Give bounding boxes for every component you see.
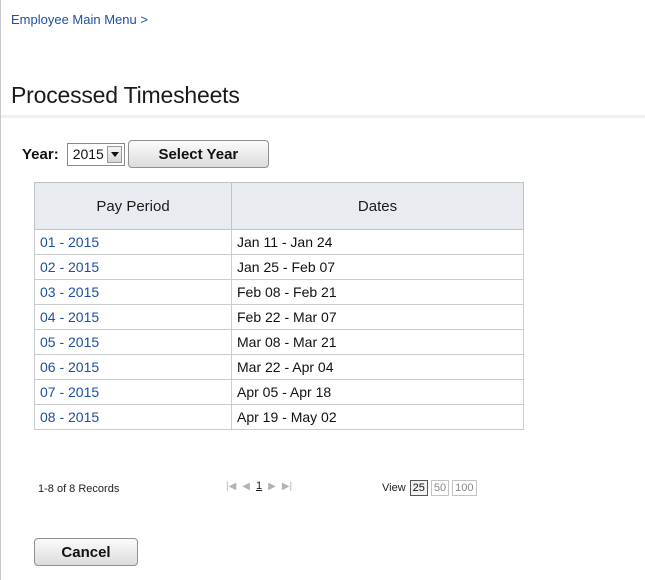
column-header-dates[interactable]: Dates	[231, 182, 524, 230]
table-row: 08 - 2015 Apr 19 - May 02	[34, 404, 524, 430]
dates-cell: Jan 25 - Feb 07	[231, 254, 524, 280]
year-label: Year:	[22, 145, 59, 163]
table-row: 06 - 2015 Mar 22 - Apr 04	[34, 354, 524, 380]
page: Employee Main Menu > Processed Timesheet…	[0, 0, 645, 580]
table-row: 05 - 2015 Mar 08 - Mar 21	[34, 329, 524, 355]
year-filter: Year: 2015 Select Year	[22, 140, 269, 168]
timesheets-table: Pay Period Dates 01 - 2015 Jan 11 - Jan …	[34, 182, 524, 430]
table-row: 03 - 2015 Feb 08 - Feb 21	[34, 279, 524, 305]
view-label: View	[382, 482, 406, 494]
record-count: 1-8 of 8 Records	[38, 483, 120, 495]
dates-cell: Feb 22 - Mar 07	[231, 304, 524, 330]
dates-cell: Jan 11 - Jan 24	[231, 229, 524, 255]
table-row: 01 - 2015 Jan 11 - Jan 24	[34, 229, 524, 255]
page-title: Processed Timesheets	[11, 82, 240, 108]
previous-page-icon[interactable]: ◀	[242, 481, 250, 492]
table-row: 02 - 2015 Jan 25 - Feb 07	[34, 254, 524, 280]
page-size-selector: View 25 50 100	[382, 480, 480, 496]
pay-period-link[interactable]: 03 - 2015	[34, 279, 232, 305]
dates-cell: Apr 19 - May 02	[231, 404, 524, 430]
cancel-button[interactable]: Cancel	[34, 538, 138, 566]
last-page-icon[interactable]: ▶|	[282, 481, 292, 492]
pay-period-link[interactable]: 07 - 2015	[34, 379, 232, 405]
pay-period-link[interactable]: 06 - 2015	[34, 354, 232, 380]
table-header-row: Pay Period Dates	[34, 182, 524, 230]
table-row: 07 - 2015 Apr 05 - Apr 18	[34, 379, 524, 405]
year-select[interactable]: 2015	[66, 142, 125, 166]
pay-period-link[interactable]: 05 - 2015	[34, 329, 232, 355]
table-pager: 1-8 of 8 Records |◀ ◀ 1 ▶ ▶| View 25 50 …	[34, 470, 524, 496]
pay-period-link[interactable]: 01 - 2015	[34, 229, 232, 255]
breadcrumb[interactable]: Employee Main Menu >	[11, 12, 148, 27]
dropdown-arrow-icon[interactable]	[106, 145, 122, 163]
page-navigation: |◀ ◀ 1 ▶ ▶|	[226, 480, 298, 492]
next-page-icon[interactable]: ▶	[268, 481, 276, 492]
page-number-link[interactable]: 1	[256, 480, 262, 492]
page-size-option[interactable]: 100	[452, 480, 477, 496]
dates-cell: Apr 05 - Apr 18	[231, 379, 524, 405]
title-divider	[1, 115, 645, 118]
pay-period-link[interactable]: 08 - 2015	[34, 404, 232, 430]
table-row: 04 - 2015 Feb 22 - Mar 07	[34, 304, 524, 330]
select-year-button[interactable]: Select Year	[127, 140, 269, 168]
first-page-icon[interactable]: |◀	[226, 481, 236, 492]
pay-period-link[interactable]: 02 - 2015	[34, 254, 232, 280]
dates-cell: Mar 22 - Apr 04	[231, 354, 524, 380]
year-select-value: 2015	[72, 146, 104, 162]
column-header-pay-period[interactable]: Pay Period	[34, 182, 232, 230]
page-size-option[interactable]: 25	[409, 480, 428, 496]
dates-cell: Mar 08 - Mar 21	[231, 329, 524, 355]
dates-cell: Feb 08 - Feb 21	[231, 279, 524, 305]
pay-period-link[interactable]: 04 - 2015	[34, 304, 232, 330]
page-size-option[interactable]: 50	[430, 480, 450, 496]
